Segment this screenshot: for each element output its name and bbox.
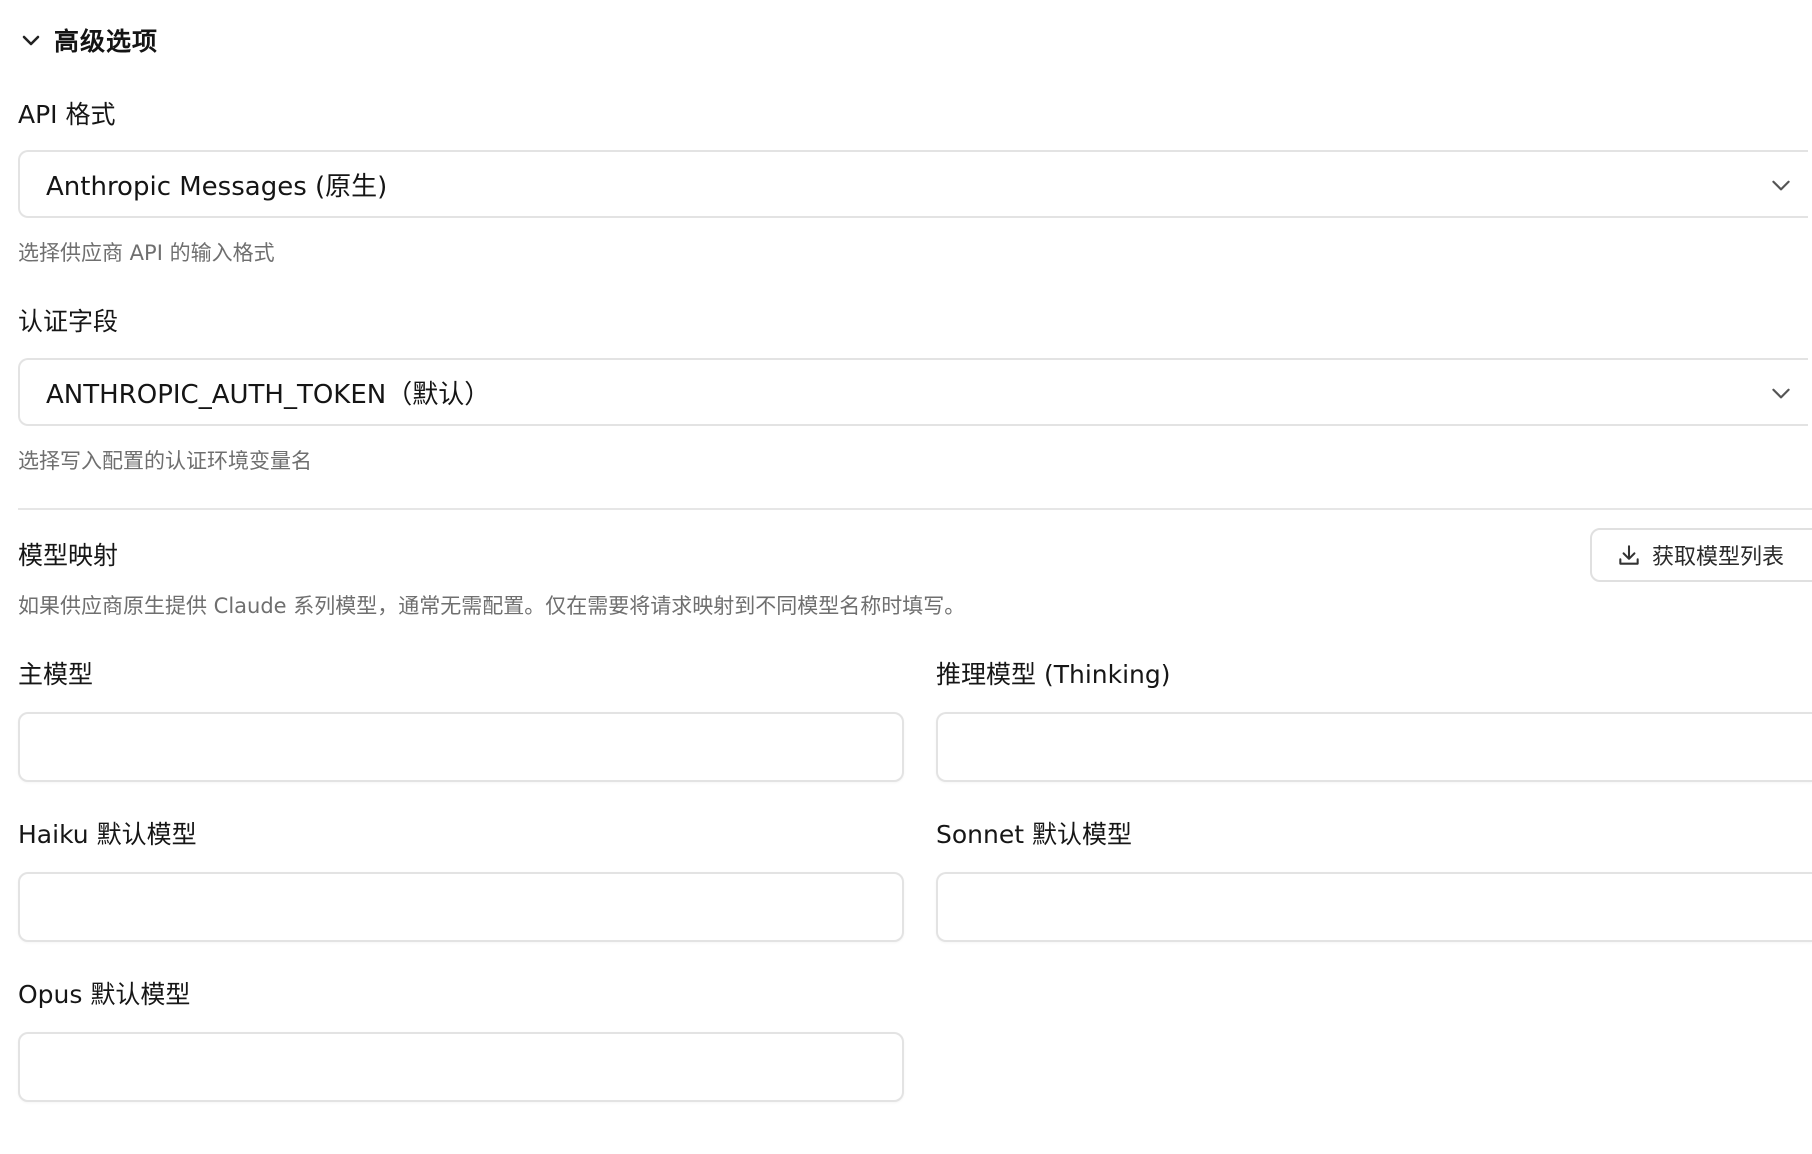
sonnet-model-input[interactable]	[936, 872, 1812, 942]
advanced-options-toggle[interactable]: 高级选项	[18, 22, 158, 58]
haiku-model-label: Haiku 默认模型	[18, 820, 197, 849]
api-format-hint: 选择供应商 API 的输入格式	[18, 241, 275, 265]
thinking-model-input[interactable]	[936, 712, 1812, 782]
api-format-select[interactable]: Anthropic Messages (原生)	[18, 150, 1808, 218]
chevron-down-icon	[18, 27, 44, 53]
main-model-label: 主模型	[18, 660, 94, 689]
opus-model-label: Opus 默认模型	[18, 980, 191, 1009]
sonnet-model-label: Sonnet 默认模型	[936, 820, 1132, 849]
haiku-model-input[interactable]	[18, 872, 904, 942]
api-format-label: API 格式	[18, 100, 116, 129]
model-mapping-description: 如果供应商原生提供 Claude 系列模型，通常无需配置。仅在需要将请求映射到不…	[18, 594, 966, 618]
opus-model-input[interactable]	[18, 1032, 904, 1102]
section-divider	[18, 508, 1812, 510]
auth-field-value: ANTHROPIC_AUTH_TOKEN（默认）	[46, 379, 491, 410]
chevron-down-icon	[1768, 380, 1794, 406]
main-model-input[interactable]	[18, 712, 904, 782]
api-format-value: Anthropic Messages (原生)	[46, 171, 388, 202]
auth-field-label: 认证字段	[18, 307, 119, 336]
auth-field-select[interactable]: ANTHROPIC_AUTH_TOKEN（默认）	[18, 358, 1808, 426]
chevron-down-icon	[1768, 172, 1794, 198]
fetch-model-list-label: 获取模型列表	[1652, 545, 1785, 570]
auth-field-hint: 选择写入配置的认证环境变量名	[18, 449, 312, 473]
model-mapping-title: 模型映射	[18, 541, 119, 570]
section-title: 高级选项	[54, 27, 159, 56]
download-icon	[1616, 542, 1642, 568]
fetch-model-list-button[interactable]: 获取模型列表	[1590, 528, 1812, 582]
thinking-model-label: 推理模型 (Thinking)	[936, 660, 1171, 689]
